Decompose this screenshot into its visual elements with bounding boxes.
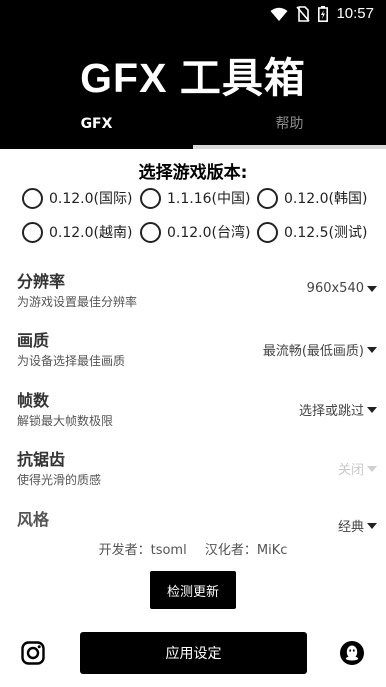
caret-down-icon xyxy=(367,522,377,529)
setting-resolution: 分辨率 为游戏设置最佳分辨率 960x540 xyxy=(17,268,377,318)
fps-dropdown[interactable]: 选择或跳过 xyxy=(299,400,377,419)
quality-dropdown[interactable]: 最流畅(最低画质) xyxy=(263,340,377,359)
version-option-label: 0.12.0(国际) xyxy=(49,191,133,207)
credits: 开发者：tsoml 汉化者：MiKc xyxy=(0,539,386,558)
qq-icon[interactable] xyxy=(339,640,365,666)
setting-title: 抗锯齿 xyxy=(17,450,66,469)
version-option-beta[interactable]: 0.12.5(测试) xyxy=(257,220,367,244)
version-section-title: 选择游戏版本: xyxy=(138,163,248,183)
tab-help[interactable]: 帮助 xyxy=(193,110,386,138)
apply-settings-button[interactable]: 应用设定 xyxy=(80,632,307,674)
version-option-global[interactable]: 0.12.0(国际) xyxy=(22,186,132,210)
no-sim-icon xyxy=(296,6,311,22)
setting-antialiasing: 抗锯齿 使得光滑的质感 关闭 xyxy=(17,446,377,496)
radio-button[interactable] xyxy=(22,187,43,209)
caret-down-icon xyxy=(367,285,377,292)
setting-title: 分辨率 xyxy=(17,272,66,291)
setting-title: 风格 xyxy=(17,510,50,529)
caret-down-icon xyxy=(367,406,377,413)
caret-down-icon xyxy=(367,465,377,472)
dropdown-value: 选择或跳过 xyxy=(298,404,364,419)
setting-quality: 画质 为设备选择最佳画质 最流畅(最低画质) xyxy=(17,327,377,377)
setting-description: 为游戏设置最佳分辨率 xyxy=(17,295,138,309)
version-option-vietnam[interactable]: 0.12.0(越南) xyxy=(22,220,132,244)
status-time: 10:57 xyxy=(336,5,374,22)
radio-button[interactable] xyxy=(140,187,161,209)
setting-title: 画质 xyxy=(17,331,50,350)
dropdown-value: 关闭 xyxy=(337,463,364,478)
radio-button[interactable] xyxy=(140,221,161,243)
setting-fps: 帧数 解锁最大帧数极限 选择或跳过 xyxy=(17,387,377,437)
developer-credit: 开发者：tsoml xyxy=(98,543,187,558)
version-option-label: 0.12.0(韩国) xyxy=(284,191,368,207)
tab-gfx[interactable]: GFX xyxy=(0,110,193,138)
version-option-china[interactable]: 1.1.16(中国) xyxy=(140,186,250,210)
dropdown-value: 经典 xyxy=(337,520,364,535)
app-header: GFX 工具箱 GFX 帮助 xyxy=(0,28,386,145)
dropdown-value: 最流畅(最低画质) xyxy=(262,344,364,359)
setting-description: 使得光滑的质感 xyxy=(17,473,102,487)
radio-button[interactable] xyxy=(257,187,278,209)
caret-down-icon xyxy=(367,346,377,353)
setting-title: 帧数 xyxy=(17,391,50,410)
version-option-label: 1.1.16(中国) xyxy=(167,191,251,207)
tab-indicator xyxy=(0,145,193,149)
tab-indicator-track xyxy=(0,145,386,149)
status-icons: 10:57 xyxy=(270,5,374,23)
app-title: GFX 工具箱 xyxy=(80,55,306,101)
version-option-korea[interactable]: 0.12.0(韩国) xyxy=(257,186,367,210)
antialiasing-dropdown[interactable]: 关闭 xyxy=(338,459,377,478)
version-option-label: 0.12.0(越南) xyxy=(49,225,133,241)
instagram-icon[interactable] xyxy=(20,640,46,666)
translator-credit: 汉化者：MiKc xyxy=(204,543,288,558)
dropdown-value: 960x540 xyxy=(306,281,364,296)
battery-charging-icon xyxy=(318,6,329,22)
wifi-icon xyxy=(270,7,288,21)
setting-description: 解锁最大帧数极限 xyxy=(17,414,114,428)
setting-description: 为设备选择最佳画质 xyxy=(17,354,126,368)
status-bar: 10:57 xyxy=(0,0,386,28)
resolution-dropdown[interactable]: 960x540 xyxy=(307,281,377,296)
version-option-label: 0.12.0(台湾) xyxy=(167,225,251,241)
radio-button[interactable] xyxy=(22,221,43,243)
version-option-label: 0.12.5(测试) xyxy=(284,225,368,241)
version-option-taiwan[interactable]: 0.12.0(台湾) xyxy=(140,220,250,244)
check-update-button[interactable]: 检测更新 xyxy=(150,571,236,609)
style-dropdown[interactable]: 经典 xyxy=(338,516,377,535)
radio-button[interactable] xyxy=(257,221,278,243)
